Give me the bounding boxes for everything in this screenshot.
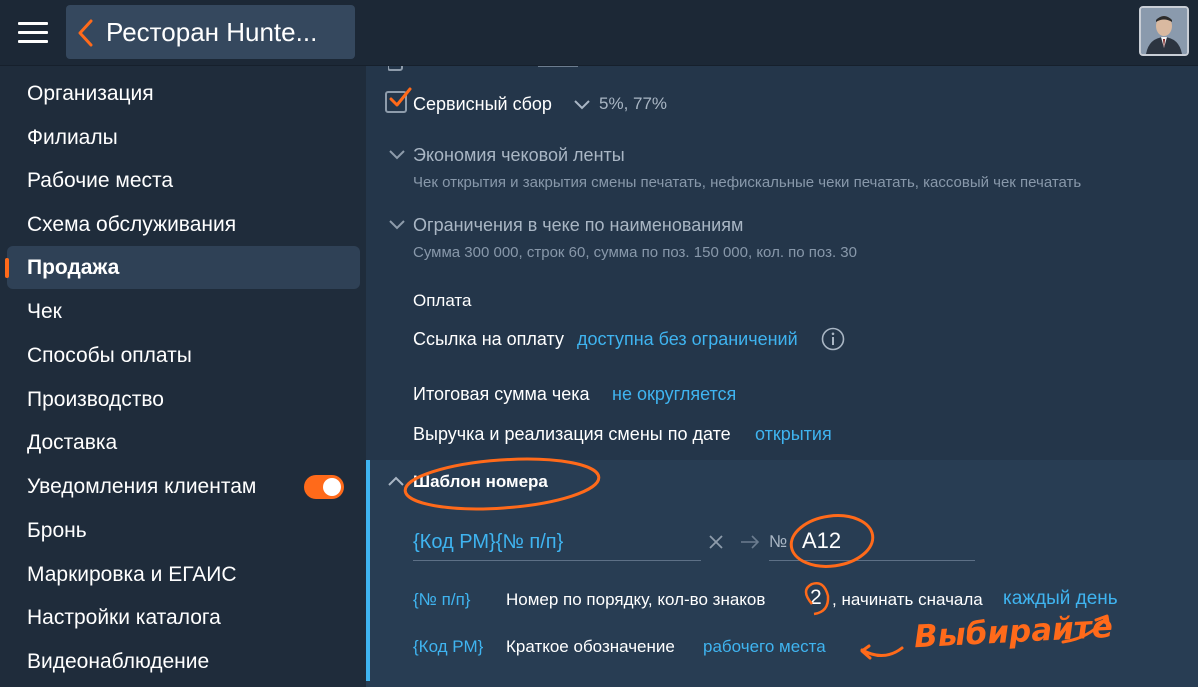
organization-title-button[interactable]: Ресторан Hunte... — [66, 5, 355, 59]
sidebar-item-receipt[interactable]: Чек — [7, 290, 360, 333]
active-item-marker — [5, 258, 9, 278]
preview-number-value: A12 — [802, 528, 842, 553]
payment-link-label: Ссылка на оплату — [413, 329, 564, 349]
arrow-right-icon — [741, 535, 760, 549]
chevron-up-icon[interactable] — [387, 475, 405, 487]
top-bar: Ресторан Hunte... — [0, 0, 1198, 66]
panel-accent-bar — [366, 460, 370, 681]
sidebar-item-video-surveillance[interactable]: Видеонаблюдение — [7, 640, 360, 683]
scrolled-row-remnant-icon — [388, 66, 578, 71]
template-input[interactable]: {Код РМ}{№ п/п} — [413, 530, 563, 554]
chevron-down-icon[interactable] — [388, 149, 406, 161]
sidebar-item-label: Способы оплаты — [27, 344, 192, 367]
sidebar-item-branches[interactable]: Филиалы — [7, 116, 360, 159]
token-sequence-number: {№ п/п} — [413, 590, 471, 609]
service-fee-label: Сервисный сбор — [413, 94, 552, 114]
receipt-economy-summary: Чек открытия и закрытия смены печатать, … — [413, 174, 1082, 191]
user-avatar[interactable] — [1139, 6, 1189, 56]
sidebar-item-label: Доставка — [27, 431, 118, 454]
clear-icon[interactable] — [708, 534, 724, 550]
sidebar-item-customer-notifications[interactable]: Уведомления клиентам — [7, 465, 360, 508]
sidebar-item-sales[interactable]: Продажа — [5, 246, 360, 289]
toggle-knob — [323, 478, 341, 496]
template-input-underline — [413, 560, 701, 561]
avatar-photo-icon — [1141, 8, 1187, 54]
payment-link-value[interactable]: доступна без ограничений — [577, 328, 798, 350]
sidebar-item-label: Продажа — [27, 256, 120, 279]
sidebar-item-label: Настройки каталога — [27, 606, 221, 629]
sidebar-item-label: Бронь — [27, 519, 87, 542]
sidebar-item-delivery[interactable]: Доставка — [7, 421, 360, 464]
back-chevron-icon[interactable] — [76, 19, 94, 47]
notifications-toggle[interactable] — [304, 475, 344, 499]
total-rounding-label: Итоговая сумма чека — [413, 384, 590, 404]
workplace-link[interactable]: рабочего места — [703, 637, 826, 657]
sidebar-item-label: Организация — [27, 82, 154, 105]
sidebar: Организация Филиалы Рабочие места Схема … — [0, 66, 366, 687]
sidebar-item-label: Видеонаблюдение — [27, 650, 210, 673]
sidebar-item-booking[interactable]: Бронь — [7, 509, 360, 552]
sidebar-item-marking-egais[interactable]: Маркировка и ЕГАИС — [7, 553, 360, 596]
revenue-date-value[interactable]: открытия — [755, 423, 832, 445]
payment-heading: Оплата — [413, 291, 472, 310]
item-limits-summary: Сумма 300 000, строк 60, сумма по поз. 1… — [413, 244, 857, 261]
checkmark-icon — [389, 87, 412, 107]
token-workplace-code: {Код РМ} — [413, 637, 484, 656]
sidebar-item-payment-methods[interactable]: Способы оплаты — [7, 334, 360, 377]
sidebar-item-label: Филиалы — [27, 126, 118, 149]
token-sequence-description: Номер по порядку, кол-во знаков — [506, 590, 766, 609]
sidebar-item-label: Производство — [27, 388, 164, 411]
sidebar-item-workplaces[interactable]: Рабочие места — [7, 159, 360, 202]
chevron-down-icon[interactable] — [388, 219, 406, 231]
token-workplace-description: Краткое обозначение — [506, 637, 675, 656]
number-template-panel: Шаблон номера {Код РМ}{№ п/п} № A12 {№ п… — [366, 460, 1198, 687]
sidebar-item-label: Чек — [27, 300, 62, 323]
service-fee-value[interactable]: 5%, 77% — [599, 94, 667, 114]
sidebar-item-label: Рабочие места — [27, 169, 174, 192]
reset-period-link[interactable]: каждый день — [1003, 588, 1118, 610]
service-fee-checkbox[interactable] — [385, 87, 412, 113]
preview-number-sign: № — [769, 532, 788, 551]
digits-count-input[interactable]: 2 — [810, 586, 822, 610]
settings-content: Сервисный сбор 5%, 77% Экономия чековой … — [366, 66, 1198, 687]
item-limits-label[interactable]: Ограничения в чеке по наименованиям — [413, 214, 743, 236]
sidebar-item-service-scheme[interactable]: Схема обслуживания — [7, 203, 360, 246]
sidebar-item-label: Маркировка и ЕГАИС — [27, 563, 237, 586]
preview-underline — [769, 560, 975, 561]
revenue-date-label: Выручка и реализация смены по дате — [413, 424, 731, 444]
sidebar-item-production[interactable]: Производство — [7, 378, 360, 421]
menu-icon[interactable] — [18, 20, 48, 46]
sidebar-item-label: Схема обслуживания — [27, 213, 237, 236]
sidebar-item-label: Уведомления клиентам — [27, 475, 257, 498]
total-rounding-value[interactable]: не округляется — [612, 383, 736, 405]
info-icon[interactable] — [821, 327, 845, 351]
sidebar-item-catalog-settings[interactable]: Настройки каталога — [7, 596, 360, 639]
chevron-down-icon[interactable] — [573, 99, 591, 111]
organization-title: Ресторан Hunte... — [106, 17, 318, 47]
token-sequence-restart-text: , начинать сначала — [832, 590, 983, 609]
number-template-title: Шаблон номера — [413, 472, 548, 491]
receipt-economy-label[interactable]: Экономия чековой ленты — [413, 144, 625, 166]
sidebar-item-organization[interactable]: Организация — [7, 72, 360, 115]
